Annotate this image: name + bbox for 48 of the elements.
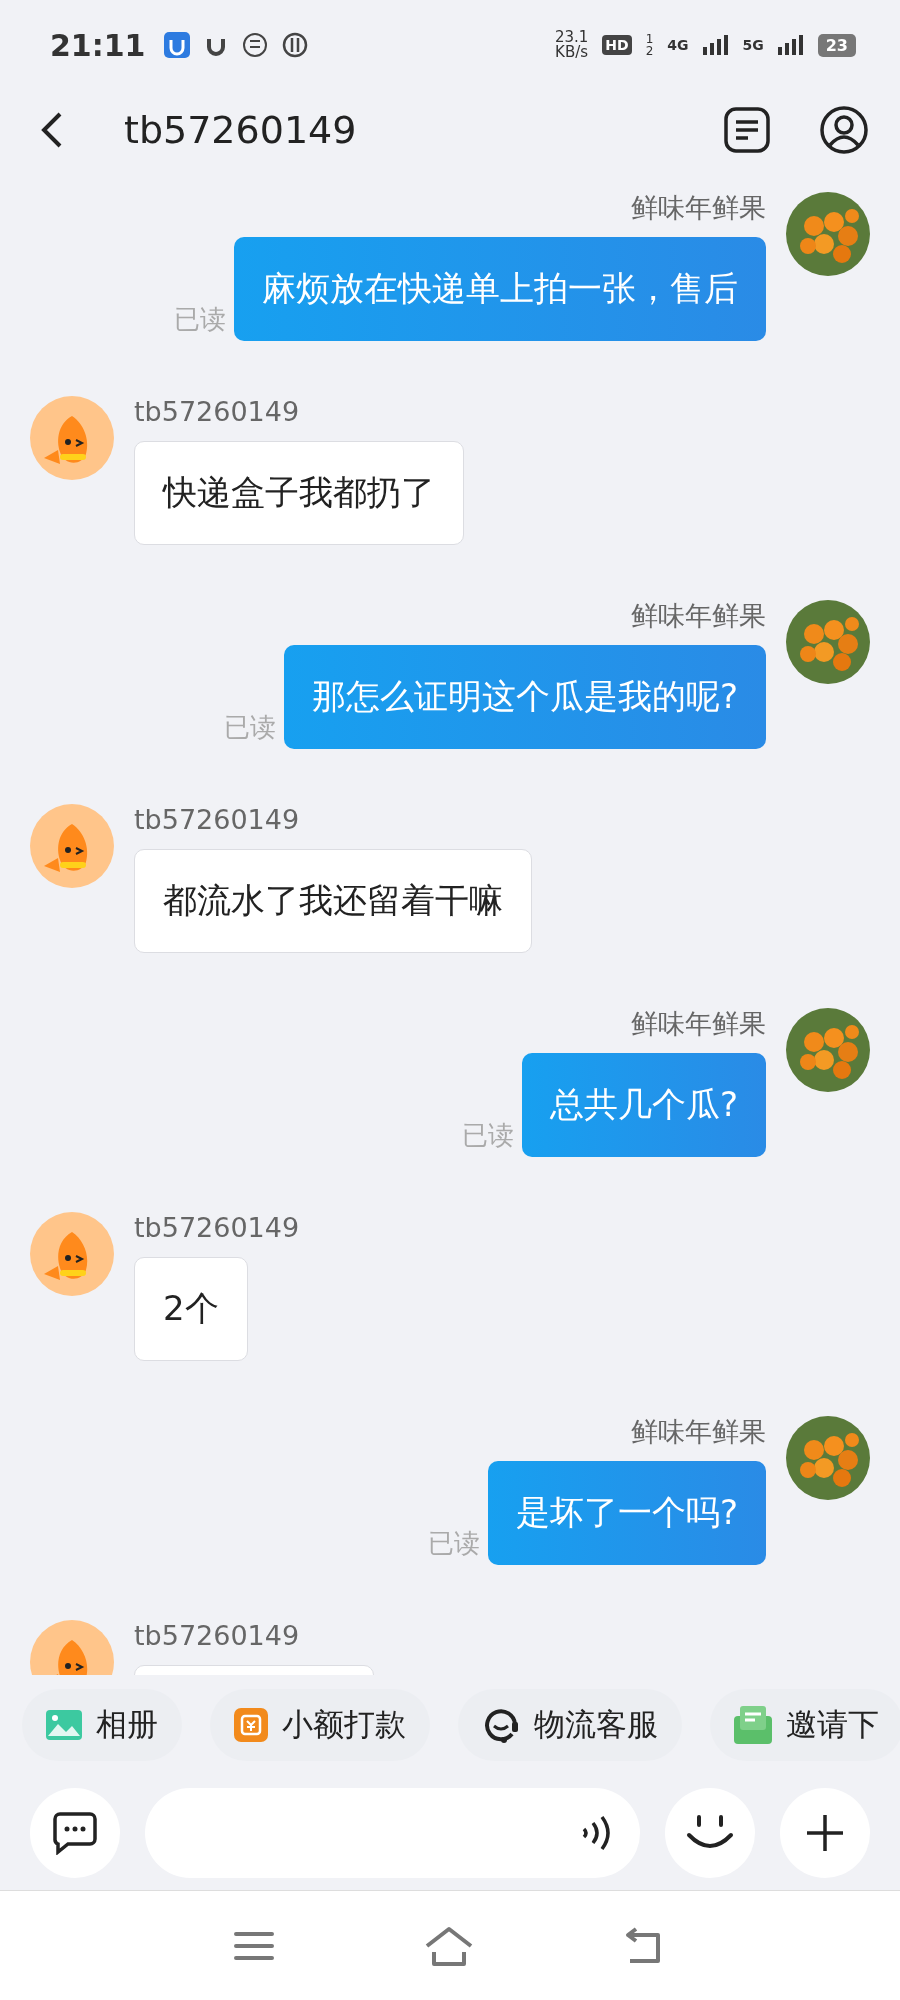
quick-action-chip[interactable]: 物流客服 [458,1689,682,1761]
message-bubble: 2个 [134,1257,248,1361]
message-bubble: 总共几个瓜? [521,1053,766,1157]
chat-title: tb57260149 [124,108,358,152]
read-receipt: 已读 [223,711,276,744]
headset-icon [482,1706,520,1744]
app-notification-icon [281,32,308,58]
sender-name: 鲜味年鲜果 [631,191,766,225]
sender-name: tb57260149 [134,1619,300,1653]
battery-indicator: 23 [817,33,856,57]
signal-icon [777,35,804,55]
signal-label: 4G [667,38,689,52]
hd-badge: HD [602,35,632,55]
read-receipt: 已读 [427,1527,480,1560]
message-bubble: 那怎么证明这个瓜是我的呢? [283,645,766,749]
plus-icon [806,1813,844,1852]
sender-name: tb57260149 [134,1211,300,1245]
payment-icon [234,1708,268,1742]
read-receipt: 已读 [461,1119,514,1152]
message-bubble: 是坏了一个吗? [487,1461,766,1565]
sender-name: tb57260149 [134,395,300,429]
sim-indicator: 1 2 [645,33,654,57]
back-icon[interactable] [40,110,64,150]
signal-label: 5G [742,38,764,52]
app-notification-icon [241,32,268,58]
sender-name: 鲜味年鲜果 [631,1007,766,1041]
message-bubble: 都流水了我还留着干嘛 [134,849,532,953]
network-speed: 23.1 KB/s [554,30,589,60]
image-icon [46,1710,82,1740]
quick-action-chip[interactable]: 邀请下 [710,1689,900,1761]
smiley-icon [685,1814,735,1851]
sender-name: 鲜味年鲜果 [631,599,766,633]
envelope-icon [734,1706,772,1744]
speech-bubble-icon [52,1810,98,1855]
sender-name: tb57260149 [134,803,300,837]
clock-time: 21:11 [50,27,146,63]
profile-icon[interactable] [820,106,868,154]
app-notification-icon [163,32,190,58]
message-bubble: 麻烦放在快递单上拍一张，售后 [234,237,766,341]
signal-icon [702,35,729,55]
menu-icon[interactable] [234,1930,274,1962]
sender-name: 鲜味年鲜果 [631,1415,766,1449]
message-bubble: 快递盒子我都扔了 [134,441,464,545]
document-icon[interactable] [724,107,770,153]
read-receipt: 已读 [174,303,226,336]
quick-action-chip[interactable]: 小额打款 [210,1689,430,1761]
home-icon[interactable] [424,1926,474,1966]
quick-action-chip[interactable]: 相册 [22,1689,182,1761]
